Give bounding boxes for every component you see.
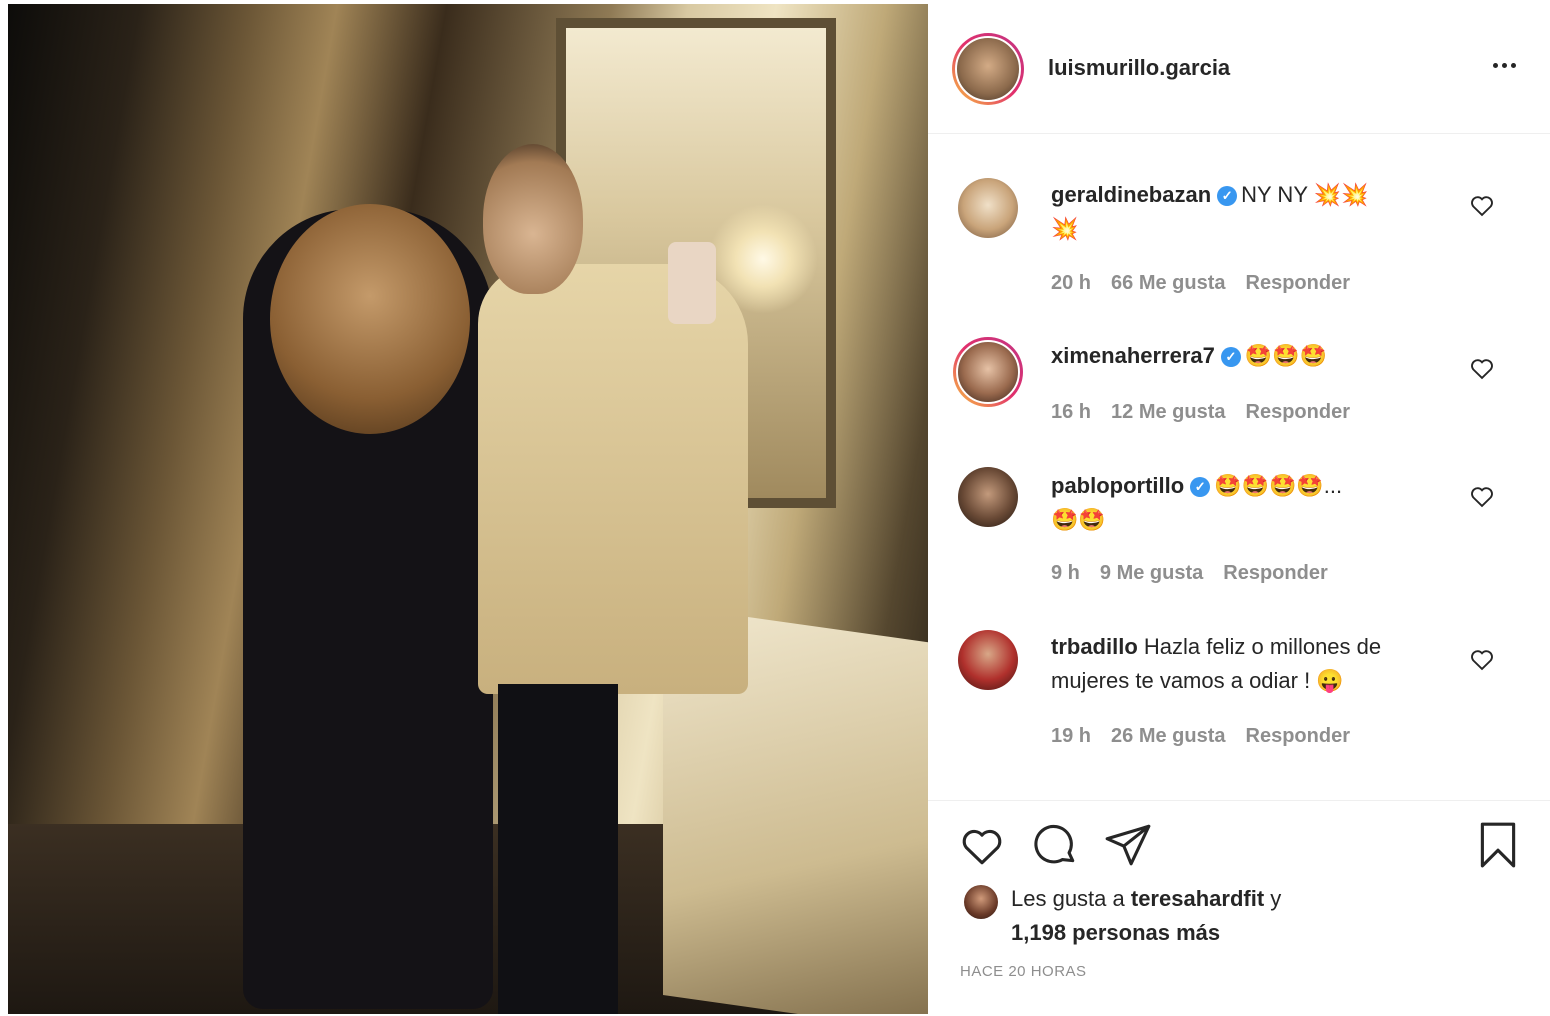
verified-badge-icon: ✓	[1220, 347, 1241, 367]
liker-username[interactable]: teresahardfit	[1131, 886, 1264, 911]
comment-time[interactable]: 16 h	[1051, 401, 1091, 423]
comment-heart-icon[interactable]	[1468, 482, 1496, 510]
comment-text-block: geraldinebazan ✓ NY NY 💥💥 💥	[1051, 178, 1451, 246]
comment-text-continued: 💥	[1051, 216, 1079, 241]
photo-man-legs	[498, 684, 618, 1014]
author-avatar[interactable]	[952, 33, 1024, 105]
comment-heart-icon[interactable]	[1468, 191, 1496, 219]
comment-item: ximenaherrera7 ✓ 🤩🤩🤩 16 h 12 Me gusta Respon…	[928, 335, 1550, 445]
comment-text-block: pabloportillo ✓ 🤩🤩🤩🤩... 🤩🤩	[1051, 469, 1451, 537]
comment-item: pabloportillo ✓ 🤩🤩🤩🤩... 🤩🤩 9 h 9 Me gusta Re…	[928, 465, 1550, 605]
liker-avatar[interactable]	[964, 885, 998, 919]
reply-button[interactable]: Responder	[1246, 725, 1350, 747]
post-photo[interactable]	[8, 4, 928, 1014]
comment-heart-icon[interactable]	[1468, 354, 1496, 382]
likes-others[interactable]: 1,198 personas más	[1011, 920, 1220, 945]
actions-divider	[928, 800, 1550, 801]
comment-likes[interactable]: 26 Me gusta	[1111, 725, 1225, 747]
comment-text-continued: 🤩🤩	[1051, 507, 1106, 532]
post-timestamp[interactable]: HACE 20 HORAS	[960, 963, 1087, 980]
post-header: luismurillo.garcia	[928, 0, 1550, 134]
comment-item: trbadillo Hazla feliz o millones de muje…	[928, 628, 1550, 768]
photo-woman-hair	[270, 204, 470, 434]
likes-prefix: Les gusta a	[1011, 886, 1125, 911]
comment-text-block: ximenaherrera7 ✓ 🤩🤩🤩	[1051, 339, 1451, 373]
author-username[interactable]: luismurillo.garcia	[1048, 55, 1230, 81]
comment-time[interactable]: 19 h	[1051, 725, 1091, 747]
commenter-username[interactable]: pabloportillo	[1051, 473, 1184, 498]
comment-icon[interactable]	[1030, 820, 1080, 870]
likes-count-line: 1,198 personas más	[1011, 916, 1220, 950]
comment-likes[interactable]: 12 Me gusta	[1111, 401, 1225, 423]
comment-likes[interactable]: 66 Me gusta	[1111, 272, 1225, 294]
comment-text: 🤩🤩🤩🤩...	[1214, 473, 1343, 498]
comment-meta: 16 h 12 Me gusta Responder	[1051, 401, 1370, 424]
verified-badge-icon: ✓	[1217, 186, 1238, 206]
likes-suffix: y	[1270, 886, 1282, 911]
post-side-panel: luismurillo.garcia geraldinebazan ✓ NY NY …	[928, 0, 1550, 1016]
comment-text-block: trbadillo Hazla feliz o millones de muje…	[1051, 630, 1431, 698]
bookmark-icon[interactable]	[1473, 820, 1523, 870]
reply-button[interactable]: Responder	[1223, 562, 1327, 584]
reply-button[interactable]: Responder	[1246, 401, 1350, 423]
photo-man-head	[483, 144, 583, 294]
verified-badge-icon: ✓	[1190, 477, 1211, 497]
comment-meta: 19 h 26 Me gusta Responder	[1051, 725, 1370, 748]
comment-meta: 20 h 66 Me gusta Responder	[1051, 272, 1370, 295]
reply-button[interactable]: Responder	[1246, 272, 1350, 294]
comment-item: geraldinebazan ✓ NY NY 💥💥 💥 20 h 66 Me gust…	[928, 170, 1550, 310]
commenter-username[interactable]: trbadillo	[1051, 634, 1138, 659]
commenter-avatar[interactable]	[958, 630, 1018, 690]
comment-heart-icon[interactable]	[1468, 645, 1496, 673]
commenter-avatar[interactable]	[953, 337, 1023, 407]
commenter-username[interactable]: ximenaherrera7	[1051, 343, 1215, 368]
share-icon[interactable]	[1103, 820, 1153, 870]
comment-time[interactable]: 20 h	[1051, 272, 1091, 294]
comment-text: 🤩🤩🤩	[1244, 343, 1328, 368]
comment-time[interactable]: 9 h	[1051, 562, 1080, 584]
comment-likes[interactable]: 9 Me gusta	[1100, 562, 1203, 584]
commenter-avatar[interactable]	[958, 467, 1018, 527]
commenter-avatar[interactable]	[958, 178, 1018, 238]
more-icon[interactable]	[1484, 50, 1524, 80]
photo-man-coat	[478, 264, 748, 694]
heart-icon[interactable]	[957, 820, 1007, 870]
commenter-username[interactable]: geraldinebazan	[1051, 182, 1211, 207]
comment-text: NY NY 💥💥	[1241, 182, 1369, 207]
comment-meta: 9 h 9 Me gusta Responder	[1051, 562, 1348, 585]
photo-phone	[668, 242, 716, 324]
likes-summary: Les gusta a teresahardfit y	[1011, 882, 1281, 916]
